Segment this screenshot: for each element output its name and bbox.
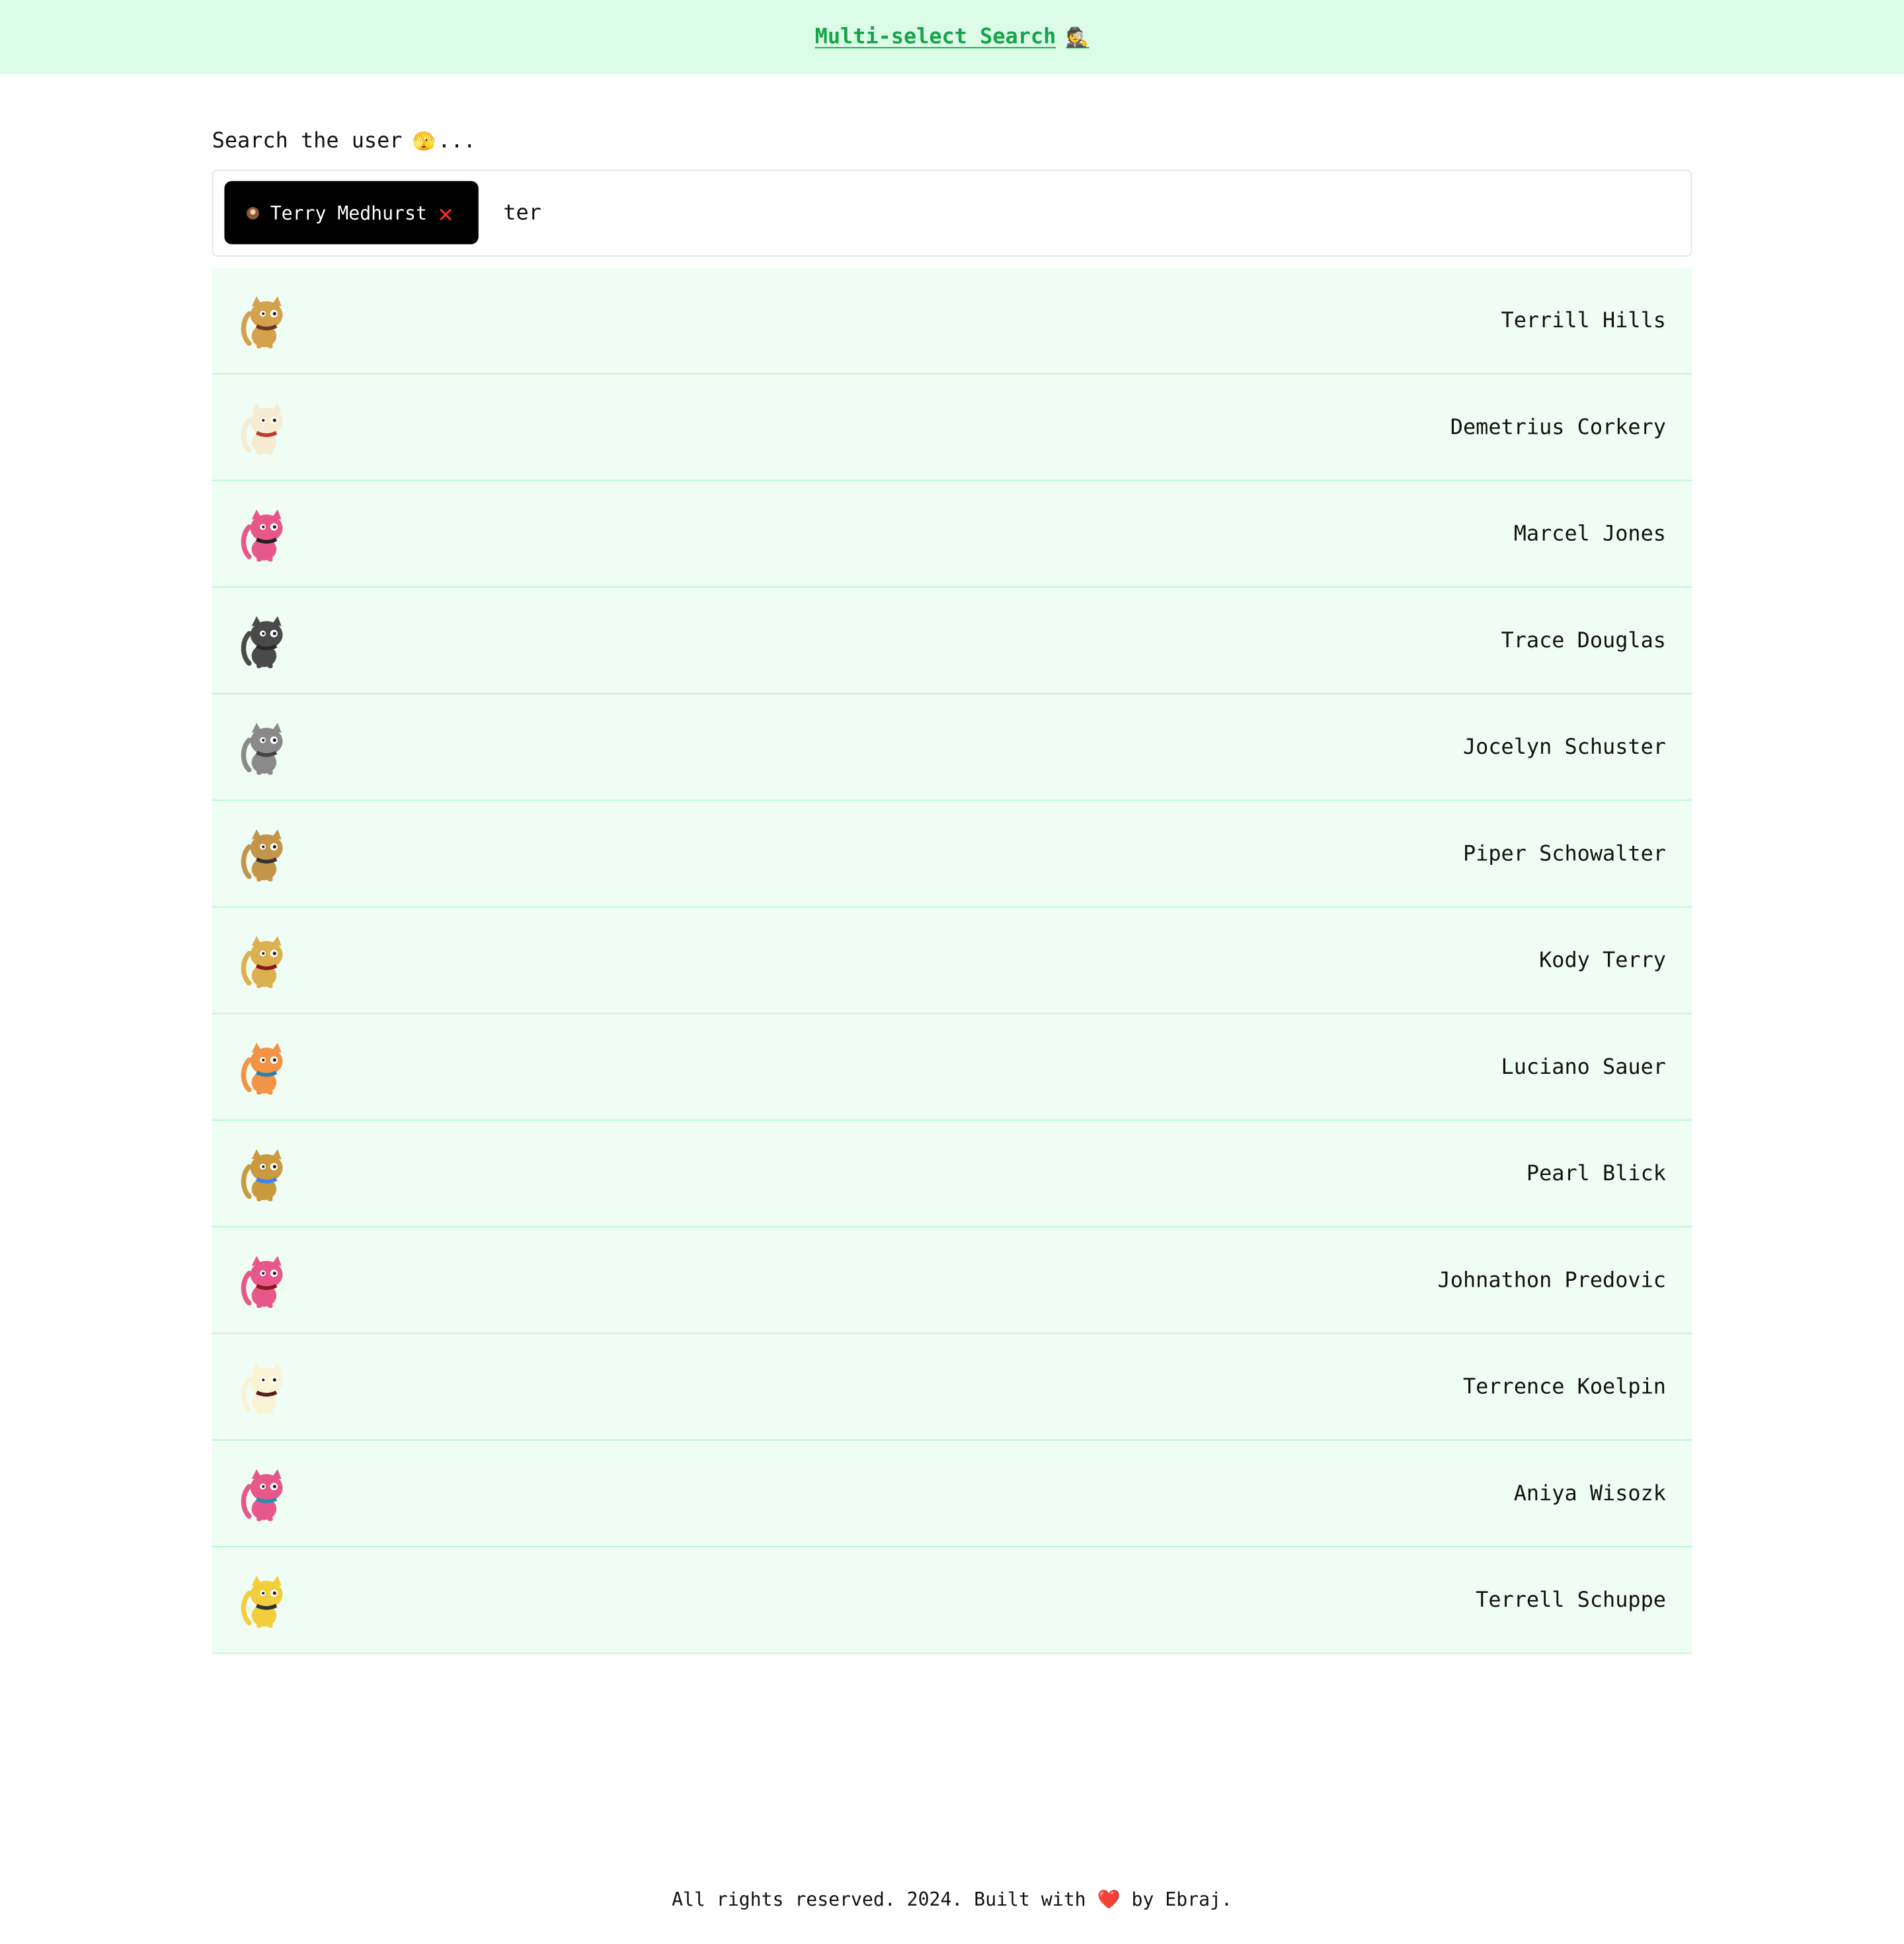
result-row[interactable]: Piper Schowalter (212, 801, 1692, 908)
cat-avatar-icon (241, 1041, 283, 1094)
result-row[interactable]: Marcel Jones (212, 481, 1692, 588)
cat-avatar-icon (241, 722, 283, 774)
footer-author: by Ebraj. (1131, 1888, 1232, 1911)
header-title-link[interactable]: Multi-select Search 🕵️ (815, 25, 1090, 50)
search-label-suffix: ... (438, 129, 476, 154)
result-name: Demetrius Corkery (1450, 415, 1666, 440)
result-name: Terrell Schuppe (1476, 1587, 1666, 1613)
result-row[interactable]: Trace Douglas (212, 587, 1692, 694)
cat-avatar-icon (241, 1468, 283, 1521)
header-title-text: Multi-select Search (814, 24, 1056, 50)
search-label-text: Search the user (212, 129, 403, 154)
cat-avatar-icon (241, 508, 283, 561)
result-name: Terrill Hills (1501, 307, 1666, 333)
result-row[interactable]: Aniya Wisozk (212, 1440, 1692, 1547)
result-row[interactable]: Terrell Schuppe (212, 1547, 1692, 1654)
result-name: Johnathon Predovic (1437, 1268, 1666, 1293)
selected-user-pill[interactable]: Terry Medhurst ✕ (224, 181, 479, 245)
result-name: Terrence Koelpin (1462, 1374, 1666, 1399)
result-row[interactable]: Luciano Sauer (212, 1014, 1692, 1121)
cat-avatar-icon (241, 296, 283, 348)
cat-avatar-icon (241, 1361, 283, 1414)
pill-avatar-icon (247, 206, 259, 219)
remove-user-icon[interactable]: ✕ (438, 200, 454, 225)
cat-avatar-icon (241, 1149, 283, 1201)
result-name: Marcel Jones (1513, 521, 1666, 546)
page-footer: All rights reserved. 2024. Built with ❤️… (0, 1888, 1904, 1911)
search-label: Search the user 🫣 ... (212, 129, 476, 154)
selected-user-name: Terry Medhurst (270, 201, 427, 224)
result-name: Jocelyn Schuster (1462, 734, 1666, 760)
result-name: Pearl Blick (1526, 1160, 1666, 1186)
detective-icon: 🕵️ (1066, 26, 1090, 49)
result-name: Luciano Sauer (1501, 1054, 1666, 1080)
cat-avatar-icon (241, 829, 283, 881)
footer-text: All rights reserved. 2024. Built with (672, 1888, 1086, 1911)
cat-avatar-icon (241, 1575, 283, 1627)
result-row[interactable]: Pearl Blick (212, 1121, 1692, 1228)
cat-avatar-icon (241, 615, 283, 668)
result-row[interactable]: Kody Terry (212, 907, 1692, 1014)
result-name: Kody Terry (1539, 948, 1666, 973)
result-row[interactable]: Jocelyn Schuster (212, 694, 1692, 801)
result-name: Trace Douglas (1501, 628, 1666, 653)
result-name: Aniya Wisozk (1513, 1480, 1666, 1506)
cat-avatar-icon (241, 402, 283, 455)
result-row[interactable]: Johnathon Predovic (212, 1227, 1692, 1334)
result-name: Piper Schowalter (1462, 841, 1666, 866)
cat-avatar-icon (241, 935, 283, 988)
app-header: Multi-select Search 🕵️ (0, 0, 1904, 75)
search-input[interactable] (503, 196, 1619, 231)
result-row[interactable]: Terrence Koelpin (212, 1334, 1692, 1441)
cat-avatar-icon (241, 1255, 283, 1308)
result-row[interactable]: Terrill Hills (212, 268, 1692, 375)
heart-icon: ❤️ (1097, 1888, 1121, 1911)
multi-select-search-box[interactable]: Terry Medhurst ✕ (212, 169, 1692, 257)
peeking-face-icon: 🫣 (412, 130, 436, 153)
search-results-list: Terrill Hills Demetrius Corkery Marcel Jon… (212, 268, 1692, 1654)
result-row[interactable]: Demetrius Corkery (212, 374, 1692, 481)
